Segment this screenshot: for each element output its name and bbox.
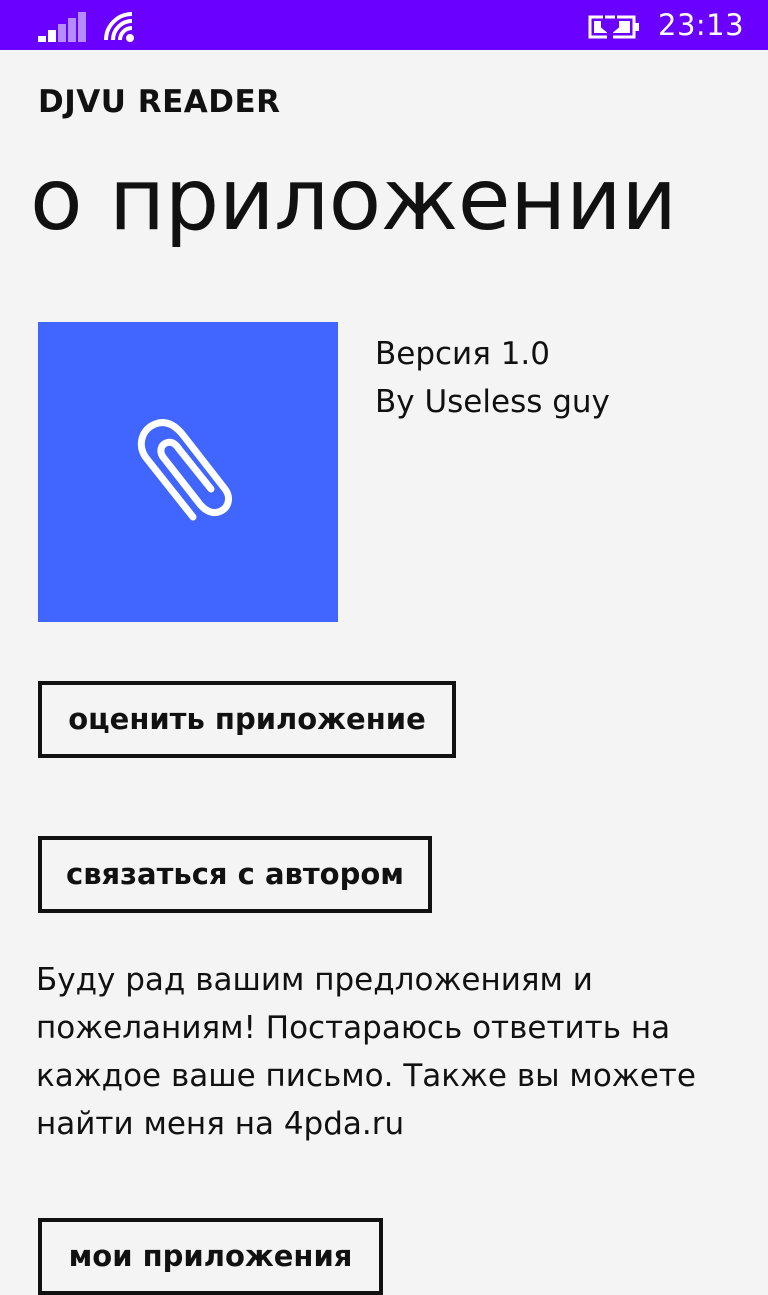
version-label: Версия 1.0 xyxy=(375,336,551,372)
paperclip-icon xyxy=(137,419,232,521)
clock: 23:13 xyxy=(658,8,745,42)
rate-app-button[interactable]: оценить приложение xyxy=(38,681,456,758)
contact-author-button[interactable]: связаться с автором xyxy=(38,836,432,913)
page-title: о приложении xyxy=(30,150,677,250)
description-text: Буду рад вашим предложениям и пожеланиям… xyxy=(36,962,696,1142)
status-bar: 23:13 xyxy=(0,0,768,50)
author-label: By Useless guy xyxy=(375,384,610,420)
signal-icon xyxy=(38,12,86,42)
battery-charging-icon xyxy=(588,12,639,42)
app-tile xyxy=(38,322,338,622)
my-apps-button[interactable]: мои приложения xyxy=(38,1218,383,1295)
wifi-icon xyxy=(104,12,134,42)
app-title: DJVU READER xyxy=(38,84,281,120)
app-info: Версия 1.0 By Useless guy xyxy=(375,330,610,426)
